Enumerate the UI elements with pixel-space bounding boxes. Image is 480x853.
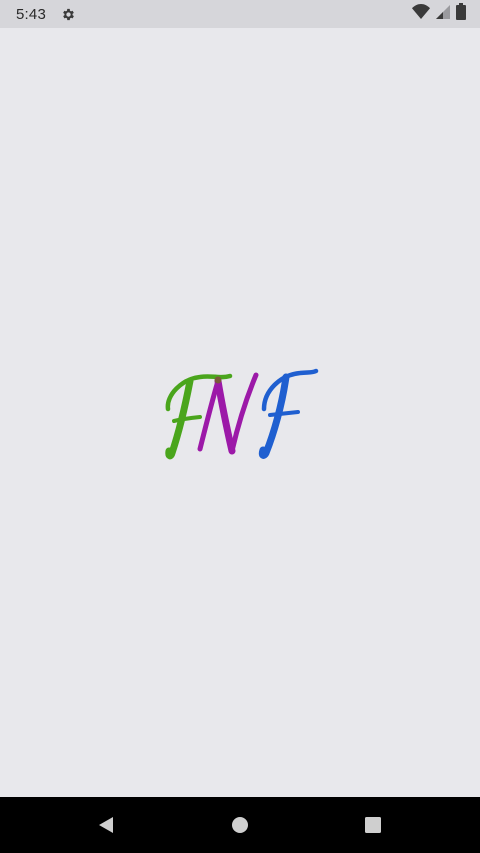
back-icon bbox=[99, 817, 113, 833]
cellular-signal-icon bbox=[436, 4, 450, 24]
splash-screen bbox=[0, 28, 480, 797]
fnf-logo bbox=[165, 368, 319, 460]
status-icons bbox=[412, 3, 466, 25]
back-button[interactable] bbox=[76, 797, 136, 853]
home-icon bbox=[232, 817, 248, 833]
battery-icon bbox=[456, 3, 466, 25]
recents-icon bbox=[365, 817, 381, 833]
status-time: 5:43 bbox=[16, 5, 46, 23]
status-bar: 5:43 bbox=[0, 0, 480, 28]
navigation-bar bbox=[0, 797, 480, 853]
settings-icon bbox=[60, 6, 76, 22]
logo-letter-f-blue bbox=[258, 368, 319, 459]
wifi-icon bbox=[412, 3, 430, 24]
home-button[interactable] bbox=[210, 797, 270, 853]
recents-button[interactable] bbox=[343, 797, 403, 853]
logo-letter-n-purple bbox=[197, 372, 259, 455]
